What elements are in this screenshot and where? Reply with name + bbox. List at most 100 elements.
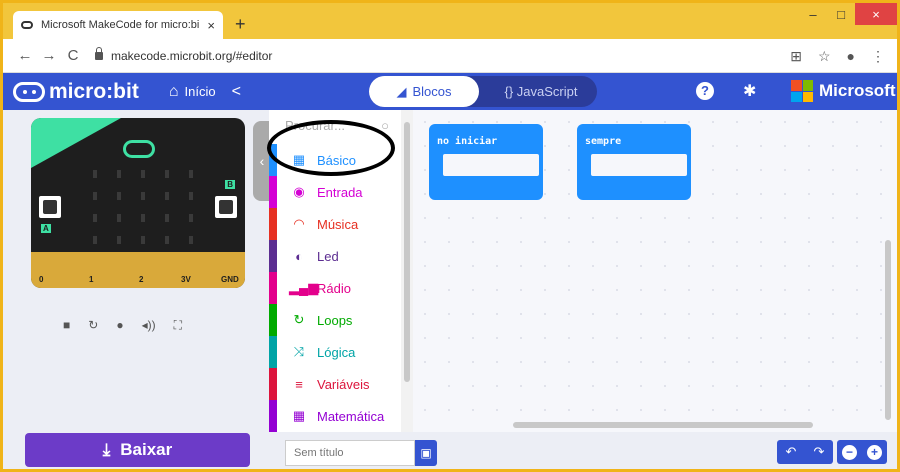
workspace-horizontal-scrollbar[interactable] [513, 422, 813, 428]
download-button[interactable]: ⤓ Baixar [25, 433, 250, 467]
javascript-tab[interactable]: {} JavaScript [487, 76, 595, 107]
toolbox-category[interactable]: ≡ Variáveis [269, 368, 401, 400]
category-label: Música [317, 216, 359, 232]
workspace-vertical-scrollbar[interactable] [885, 240, 891, 420]
pin-1[interactable]: 1 [89, 275, 93, 284]
category-label: Loops [317, 312, 353, 328]
toolbox-scrollbar[interactable] [401, 110, 413, 432]
translate-icon[interactable]: ⊞ [790, 48, 802, 65]
on-start-slot [443, 154, 539, 176]
toolbox-category[interactable]: ▦ Matemática [269, 400, 401, 432]
category-label: Lógica [317, 344, 356, 360]
save-button[interactable]: ▣ [415, 440, 437, 466]
highlight-circle-annotation [267, 120, 395, 176]
zoom-group: − + [837, 440, 887, 464]
microbit-logo[interactable]: micro:bit [13, 80, 139, 104]
simulator-toolbar: ■ ↻ ● ◂)) ⛶ [63, 318, 182, 333]
button-b[interactable] [215, 196, 237, 218]
category-icon: ▂▄▆ [289, 280, 319, 295]
fullscreen-icon[interactable]: ⛶ [174, 318, 182, 333]
restart-icon[interactable]: ↻ [88, 318, 98, 333]
download-icon: ⤓ [102, 440, 111, 459]
pin-3v[interactable]: 3V [181, 275, 191, 284]
forever-block[interactable]: sempre [577, 124, 691, 200]
forward-arrow-icon[interactable]: → [37, 47, 61, 64]
blocks-tab[interactable]: ◢ Blocos [369, 76, 479, 107]
menu-icon[interactable]: ⋮ [871, 48, 885, 65]
toolbox-category[interactable]: ◠ Música [269, 208, 401, 240]
minimize-button[interactable]: – [799, 3, 827, 25]
project-name-input[interactable] [285, 440, 415, 466]
share-icon[interactable]: < [232, 83, 241, 101]
window-controls: – □ × [799, 3, 897, 27]
tab-bar: Microsoft MakeCode for micro:bi × + – □ … [3, 3, 897, 39]
lock-icon [95, 46, 103, 60]
category-color-bar [269, 272, 277, 304]
toolbox-category[interactable]: ▂▄▆ Rádio [269, 272, 401, 304]
logo-text: micro:bit [49, 79, 139, 103]
category-icon: ◉ [293, 184, 305, 199]
gear-icon[interactable]: ✱ [743, 81, 756, 101]
button-a-label: A [41, 224, 51, 233]
star-icon[interactable]: ☆ [818, 48, 831, 65]
board-corner-accent [31, 118, 121, 168]
browser-window: Microsoft MakeCode for micro:bi × + – □ … [0, 0, 900, 472]
tab-close-icon[interactable]: × [207, 18, 215, 33]
undo-icon[interactable]: ↶ [786, 444, 797, 460]
close-window-button[interactable]: × [855, 3, 897, 25]
mute-icon[interactable]: ◂)) [142, 318, 156, 333]
microbit-face-icon [13, 81, 45, 102]
board-face-logo-icon [123, 140, 155, 158]
redo-icon[interactable]: ↷ [814, 444, 825, 460]
category-color-bar [269, 368, 277, 400]
microsoft-logo-icon [791, 80, 813, 102]
microsoft-logo[interactable]: Microsoft [791, 80, 896, 102]
home-icon: ⌂ [168, 82, 179, 100]
stop-icon[interactable]: ■ [63, 318, 70, 333]
url-field[interactable]: makecode.microbit.org/#editor [95, 46, 273, 63]
category-color-bar [269, 304, 277, 336]
maximize-button[interactable]: □ [827, 3, 855, 25]
on-start-label: no iniciar [437, 136, 498, 147]
microbit-favicon-icon [21, 21, 33, 29]
pin-2[interactable]: 2 [139, 275, 143, 284]
back-arrow-icon[interactable]: ← [13, 47, 37, 64]
address-bar: ← → C makecode.microbit.org/#editor ⊞ ☆ … [3, 39, 897, 73]
button-b-label: B [225, 180, 235, 189]
reload-icon[interactable]: C [61, 47, 85, 64]
pin-0[interactable]: 0 [39, 275, 43, 284]
button-a[interactable] [39, 196, 61, 218]
pin-gnd[interactable]: GND [221, 275, 239, 284]
forever-slot [591, 154, 687, 176]
edge-connector: 0 1 2 3V GND [31, 252, 245, 288]
blocks-workspace[interactable]: no iniciar sempre [413, 110, 897, 432]
category-label: Rádio [317, 280, 351, 296]
zoom-in-icon[interactable]: + [867, 444, 882, 460]
category-label: Led [317, 248, 339, 264]
bottom-bar: ▣ ↶ ↷ − + [269, 432, 897, 469]
home-button[interactable]: ⌂ Início [169, 83, 216, 101]
tab-title: Microsoft MakeCode for micro:bi [41, 19, 200, 31]
new-tab-button[interactable]: + [235, 14, 246, 35]
category-icon: ◠ [293, 216, 305, 231]
help-icon[interactable]: ? [696, 82, 714, 100]
on-start-block[interactable]: no iniciar [429, 124, 543, 200]
url-text: makecode.microbit.org/#editor [111, 48, 273, 63]
toolbox-category[interactable]: ↻ Loops [269, 304, 401, 336]
blocks-icon: ◢ [396, 83, 407, 99]
forever-label: sempre [585, 136, 622, 147]
zoom-out-icon[interactable]: − [842, 444, 857, 460]
blocks-label: Blocos [412, 84, 452, 99]
category-color-bar [269, 208, 277, 240]
toolbox-category[interactable]: ⤨ Lógica [269, 336, 401, 368]
toolbox-scroll-thumb[interactable] [404, 122, 410, 382]
slowmo-icon[interactable]: ● [116, 318, 123, 333]
makecode-header: micro:bit ⌂ Início < ◢ Blocos {} JavaScr… [3, 73, 897, 110]
toolbox-category[interactable]: ◉ Entrada [269, 176, 401, 208]
download-label: Baixar [120, 440, 173, 459]
profile-icon[interactable]: ● [847, 48, 855, 64]
simulator-panel: A B 0 1 2 3V GND ■ ↻ ● ◂)) ⛶ ⤓ Baixar [3, 110, 269, 469]
browser-tab[interactable]: Microsoft MakeCode for micro:bi × [13, 11, 223, 39]
toolbox-category[interactable]: ◐ Led [269, 240, 401, 272]
category-icon: ◐ [295, 248, 303, 264]
